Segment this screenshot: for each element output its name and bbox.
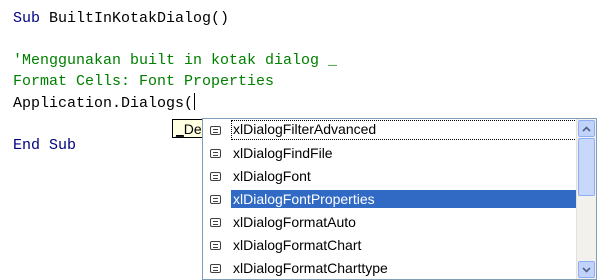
code-line-comment-1: 'Menggunakan built in kotak dialog _	[13, 52, 338, 69]
list-item-label: xlDialogFormatCharttype	[233, 260, 388, 276]
scrollbar-thumb[interactable]	[578, 138, 595, 196]
code-line-comment-2: Format Cells: Font Properties	[13, 73, 275, 90]
scroll-up-button[interactable]	[578, 120, 595, 137]
enum-constant-icon	[210, 148, 221, 158]
current-statement: Application.Dialogs(	[13, 95, 194, 112]
list-item[interactable]: xlDialogFormatAuto	[204, 211, 577, 233]
chevron-up-icon	[582, 125, 591, 132]
list-item[interactable]: xlDialogFont	[204, 165, 577, 187]
scroll-down-button[interactable]	[578, 261, 595, 278]
code-editor[interactable]: Sub BuiltInKotakDialog() 'Menggunakan bu…	[0, 0, 597, 280]
enum-constant-icon	[210, 263, 221, 273]
chevron-down-icon	[582, 266, 591, 273]
enum-constant-icon	[210, 171, 221, 181]
enum-constant-icon	[210, 217, 221, 227]
autocomplete-list[interactable]: xlDialogFilterAdvanced xlDialogFindFile …	[202, 118, 597, 280]
code-line-current: Application.Dialogs(	[13, 93, 196, 113]
list-item-selected[interactable]: xlDialogFontProperties	[204, 188, 577, 210]
list-item-label: xlDialogFont	[233, 168, 311, 184]
list-item-label: xlDialogFindFile	[233, 145, 333, 161]
vertical-scrollbar[interactable]	[576, 119, 596, 279]
list-item-label: xlDialogFontProperties	[231, 190, 577, 208]
code-line-end-sub: End Sub	[13, 137, 77, 154]
code-line-sub: Sub BuiltInKotakDialog()	[13, 9, 229, 29]
enum-constant-icon	[210, 194, 221, 204]
list-item[interactable]: xlDialogFilterAdvanced	[204, 119, 577, 141]
list-item[interactable]: xlDialogFindFile	[204, 142, 577, 164]
list-item-label: xlDialogFormatChart	[233, 237, 362, 253]
keyword-sub: Sub	[13, 10, 41, 27]
sub-name: BuiltInKotakDialog()	[40, 10, 230, 27]
list-item-label: xlDialogFormatAuto	[233, 214, 356, 230]
list-item-label: xlDialogFilterAdvanced	[231, 120, 577, 140]
enum-constant-icon	[210, 125, 221, 135]
enum-constant-icon	[210, 240, 221, 250]
list-item[interactable]: xlDialogFormatCharttype	[204, 257, 577, 279]
tooltip-underscore: _	[176, 121, 184, 137]
text-caret	[194, 93, 196, 110]
list-item[interactable]: xlDialogFormatChart	[204, 234, 577, 256]
